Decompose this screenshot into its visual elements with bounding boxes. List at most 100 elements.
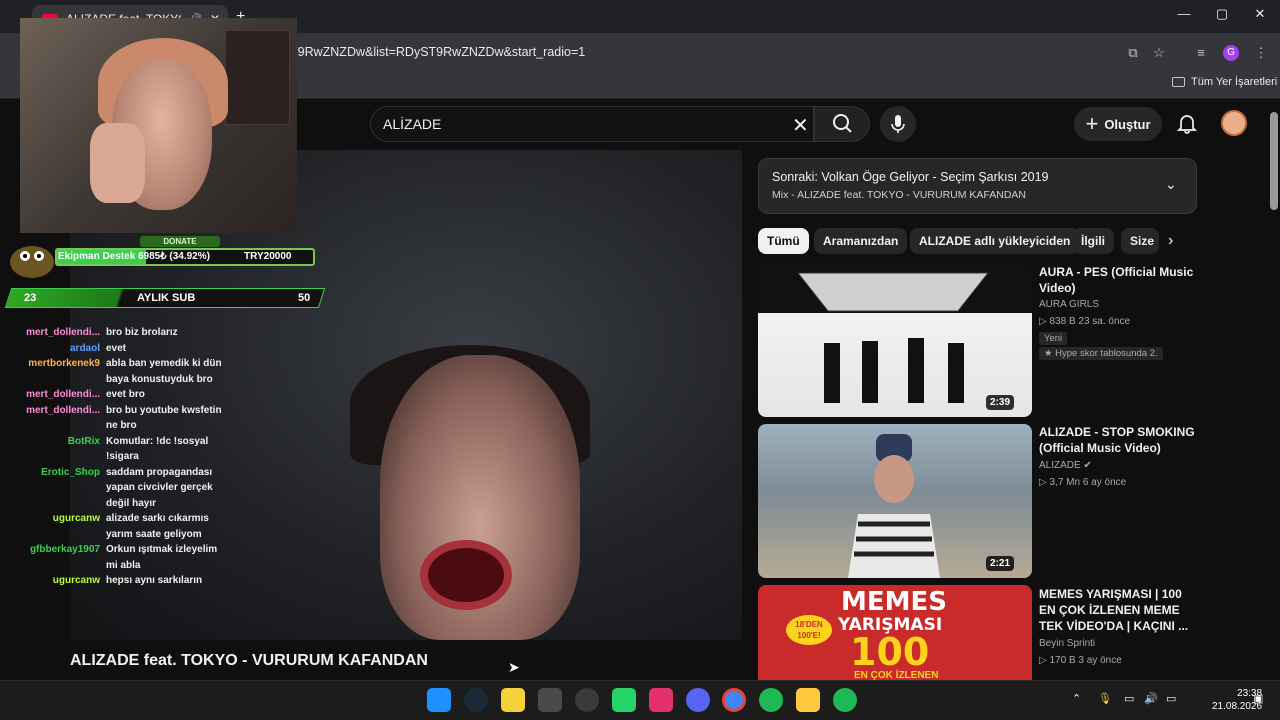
video-duration: 2:39 xyxy=(986,395,1015,410)
mascot-icon xyxy=(10,246,54,278)
video-meta: ▷ 3,7 Mn 6 ay önce xyxy=(1039,477,1126,488)
video-title-link[interactable]: AURA - PES (Official Music Video) xyxy=(1039,264,1197,296)
windows-start-icon[interactable] xyxy=(427,688,451,712)
stop-smoking-thumbnail-art xyxy=(848,434,940,578)
hype-badge-label: Hype skor tablosunda 2. xyxy=(1055,348,1158,359)
clear-search-icon[interactable]: ✕ xyxy=(792,113,809,138)
maximize-button[interactable]: ▢ xyxy=(1204,6,1240,26)
chat-username[interactable]: ugurcanw xyxy=(22,511,100,542)
webcam-overlay xyxy=(20,18,297,233)
thumb-badge: 18'DEN 100'E! xyxy=(786,615,832,645)
new-badge: Yeni xyxy=(1039,332,1068,345)
stream-chat: mert_dollendi... bro biz brolarız ardaol ev… xyxy=(22,325,222,590)
create-button[interactable]: + Oluştur xyxy=(1074,107,1162,141)
video-meta: ▷ 838 B 23 sa. önce xyxy=(1039,316,1130,327)
chip-from-search[interactable]: Aramanızdan xyxy=(814,228,908,254)
next-up-subtitle: Mix - ALIZADE feat. TOKYO - VURURUM KAFA… xyxy=(772,189,1026,201)
sub-goal-current: 23 xyxy=(24,292,37,304)
voice-search-button[interactable] xyxy=(880,106,916,142)
chat-message: mert_dollendi... evet bro xyxy=(22,387,222,403)
chat-text: hepsı aynı sarkıların xyxy=(106,575,203,586)
chat-message: ardaol evet xyxy=(22,341,222,357)
profile-avatar[interactable]: G xyxy=(1223,45,1239,61)
notification-center-icon[interactable]: ▣ xyxy=(1253,692,1263,705)
upload-age: 3 ay önce xyxy=(1078,655,1122,666)
chat-username[interactable]: ugurcanw xyxy=(22,573,100,589)
video-title-link[interactable]: ALIZADE - STOP SMOKING (Official Music V… xyxy=(1039,424,1197,456)
close-window-button[interactable]: ✕ xyxy=(1242,6,1278,26)
chat-username[interactable]: mert_dollendi... xyxy=(22,325,100,341)
battery-icon[interactable]: ▭ xyxy=(1166,692,1176,705)
video-thumbnail[interactable] xyxy=(758,424,1032,578)
video-meta: ▷ 170 B 3 ay önce xyxy=(1039,655,1122,666)
chat-text: abla ban yemedik ki dün baya konustuyduk… xyxy=(106,358,222,385)
chip-related[interactable]: İlgili xyxy=(1072,228,1114,254)
microphone-icon xyxy=(891,115,905,133)
pes-thumbnail-art xyxy=(758,263,1032,403)
chat-username[interactable]: gfbberkay1907 xyxy=(22,542,100,573)
user-avatar[interactable] xyxy=(1221,110,1247,136)
chat-username[interactable]: Erotic_Shop xyxy=(22,465,100,512)
address-bar[interactable]: T9RwZNZDw&list=RDyST9RwZNZDw&start_radio… xyxy=(290,39,1130,65)
bell-icon xyxy=(1176,115,1198,134)
instagram-icon[interactable] xyxy=(649,688,673,712)
donation-label: Ekipman Destek xyxy=(58,251,136,262)
spotify-icon[interactable] xyxy=(759,688,783,712)
media-control-icon[interactable]: ≡ xyxy=(1192,44,1210,62)
chip-all[interactable]: Tümü xyxy=(758,228,809,254)
install-app-icon[interactable]: ⧉ xyxy=(1124,44,1142,62)
upload-age: 6 ay önce xyxy=(1082,477,1127,488)
chrome-icon[interactable] xyxy=(722,688,746,712)
channel-name[interactable]: AURA GIRLS xyxy=(1039,299,1099,310)
app-icon[interactable] xyxy=(538,688,562,712)
chat-username[interactable]: ardaol xyxy=(22,341,100,357)
thumb-text-caption: EN ÇOK İZLENEN xyxy=(854,670,939,680)
whatsapp-icon[interactable] xyxy=(612,688,636,712)
file-explorer-icon[interactable] xyxy=(796,688,820,712)
channel-name[interactable]: Beyin Sprinti xyxy=(1039,638,1095,649)
chat-text: evet xyxy=(106,342,127,354)
folder-icon xyxy=(1172,77,1185,87)
obs-icon[interactable] xyxy=(575,688,599,712)
chat-message: mertborkenek9 abla ban yemedik ki dün bay… xyxy=(22,356,222,387)
discord-icon[interactable] xyxy=(686,688,710,712)
chat-message: mert_dollendi... bro bu youtube kwsfetin … xyxy=(22,403,222,434)
video-thumbnail[interactable] xyxy=(758,263,1032,417)
video-title: ALIZADE feat. TOKYO - VURURUM KAFANDAN xyxy=(70,652,428,669)
chat-text: alizade sarkı cıkarmıs yarım saate geliy… xyxy=(106,513,209,540)
chevron-right-icon[interactable]: › xyxy=(1168,232,1173,250)
chat-username[interactable]: BotRix xyxy=(22,434,100,465)
chip-from-uploader[interactable]: ALIZADE adlı yükleyiciden xyxy=(910,228,1080,254)
view-count: 3,7 Mn xyxy=(1049,477,1081,488)
view-count: 170 B xyxy=(1049,655,1076,666)
search-button[interactable] xyxy=(814,106,870,142)
notifications-button[interactable] xyxy=(1176,112,1198,134)
wall-poster xyxy=(225,30,290,125)
minimize-button[interactable]: — xyxy=(1166,6,1202,26)
tray-expand-icon[interactable]: ⌃ xyxy=(1072,692,1081,705)
chat-text: Orkun ışıtmak izleyelim mi abla xyxy=(106,544,218,571)
search-input[interactable]: ALİZADE xyxy=(370,106,814,142)
view-count: 838 B xyxy=(1049,316,1076,327)
network-icon[interactable]: ▭ xyxy=(1124,692,1134,705)
microphone-tray-icon[interactable]: 🎙 xyxy=(1098,692,1112,705)
channel-name[interactable]: ALIZADE xyxy=(1039,460,1081,471)
video-title-link[interactable]: MEMES YARIŞMASI | 100 EN ÇOK İZLENEN MEM… xyxy=(1039,586,1199,634)
chevron-down-icon[interactable]: ⌄ xyxy=(1165,176,1177,193)
chat-username[interactable]: mert_dollendi... xyxy=(22,403,100,434)
chat-text: saddam propagandası yapan civcivler gerç… xyxy=(106,466,213,509)
scrollbar-thumb[interactable] xyxy=(1270,112,1278,210)
volume-icon[interactable]: 🔊 xyxy=(1144,692,1158,705)
chat-username[interactable]: mert_dollendi... xyxy=(22,387,100,403)
menu-kebab-icon[interactable]: ⋮ xyxy=(1252,44,1270,62)
spotify-icon-2[interactable] xyxy=(833,688,857,712)
video-thumbnail[interactable]: MEMES YARIŞMASI 100 EN ÇOK İZLENEN 18'DE… xyxy=(758,585,1032,680)
bookmark-star-icon[interactable]: ☆ xyxy=(1150,44,1168,62)
sticky-notes-icon[interactable] xyxy=(501,688,525,712)
next-up-panel[interactable] xyxy=(758,158,1197,214)
chat-text: bro biz brolarız xyxy=(106,327,178,338)
chat-username[interactable]: mertborkenek9 xyxy=(22,356,100,387)
steam-icon[interactable] xyxy=(464,688,488,712)
all-bookmarks-button[interactable]: Tüm Yer İşaretleri xyxy=(1172,76,1277,88)
chip-for-you[interactable]: Size xyxy=(1121,228,1159,254)
